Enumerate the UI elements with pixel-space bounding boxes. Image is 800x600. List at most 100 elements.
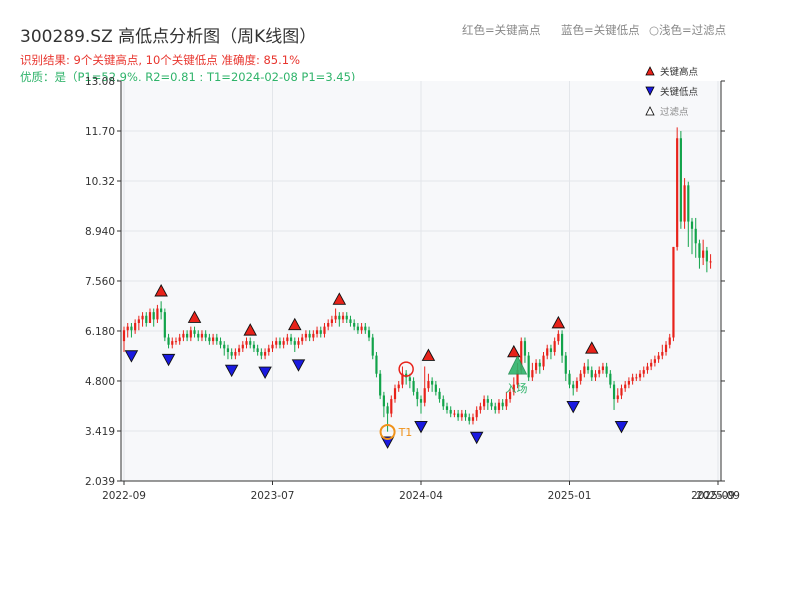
candle-body	[438, 391, 441, 400]
candle-body	[631, 377, 634, 381]
candle-body	[471, 417, 475, 421]
candle-body	[408, 377, 411, 381]
candle-body	[156, 308, 159, 320]
candle-body	[442, 399, 445, 407]
candle-body	[223, 344, 226, 349]
candle-body	[327, 323, 330, 327]
candle-body	[263, 351, 267, 356]
candle-body	[208, 337, 211, 342]
candle-body	[260, 351, 263, 356]
candle-body	[301, 337, 304, 342]
candle-body	[416, 391, 419, 400]
candle-body	[679, 138, 682, 222]
candle-body	[557, 333, 560, 342]
candle-body	[312, 333, 315, 338]
candle-body	[256, 348, 259, 352]
candle-body	[338, 315, 341, 320]
candle-body	[687, 185, 690, 222]
candle-body	[431, 380, 434, 385]
legend-filtered-label: 过滤点	[660, 106, 689, 118]
candle-body	[375, 355, 378, 374]
candle-body	[624, 384, 627, 389]
candle-body	[364, 326, 367, 331]
candle-body	[683, 185, 686, 222]
candle-body	[638, 373, 642, 378]
candle-body	[390, 399, 393, 414]
x-tick-label: 2025-01	[548, 490, 592, 502]
candle-body	[249, 341, 252, 345]
candle-body	[586, 366, 590, 371]
candle-body	[330, 319, 333, 324]
candle-body	[534, 362, 538, 371]
candle-body	[445, 406, 449, 410]
candle-body	[186, 333, 189, 338]
candle-body	[598, 370, 601, 374]
candle-body	[583, 366, 586, 374]
y-tick-label: 8.940	[85, 226, 115, 238]
candle-body	[412, 380, 415, 392]
candle-body	[267, 348, 270, 352]
candle-body	[579, 373, 582, 381]
candle-body	[134, 323, 137, 331]
candle-body	[371, 337, 374, 356]
candle-body	[323, 326, 326, 334]
y-tick-label: 2.039	[85, 476, 115, 488]
candle-body	[171, 341, 174, 345]
candle-body	[564, 355, 567, 374]
candle-body	[657, 355, 660, 360]
candle-body	[601, 366, 605, 371]
candle-body	[497, 402, 501, 410]
candle-body	[137, 319, 140, 324]
candle-body	[616, 395, 619, 400]
candle-body	[241, 344, 244, 349]
candle-body	[353, 323, 356, 327]
candle-body	[122, 330, 126, 342]
candle-body	[419, 399, 423, 403]
candle-body	[152, 312, 155, 320]
candle-body	[486, 399, 489, 403]
candle-body	[664, 344, 668, 352]
candle-body	[694, 228, 697, 244]
candle-body	[215, 337, 218, 342]
candle-body	[612, 384, 616, 400]
candle-body	[538, 362, 541, 367]
candle-body	[650, 362, 653, 367]
x-tick-label-overlap: 2025-09	[691, 490, 735, 502]
candle-body	[212, 337, 215, 342]
candle-body	[345, 315, 348, 320]
y-tick-label: 13.08	[85, 76, 115, 88]
candle-body	[434, 384, 437, 392]
candle-body	[698, 243, 701, 258]
candle-body	[709, 261, 712, 263]
candle-body	[200, 333, 204, 338]
y-tick-label: 10.32	[85, 176, 115, 188]
candle-body	[234, 351, 237, 356]
candle-body	[282, 341, 285, 345]
candle-body	[163, 312, 166, 338]
candle-body	[367, 330, 371, 338]
candle-body	[553, 341, 556, 352]
candle-body	[304, 333, 308, 338]
candle-body	[189, 330, 192, 338]
candle-body	[646, 366, 649, 371]
candle-body	[245, 341, 248, 345]
candle-body	[226, 348, 230, 352]
candle-body	[167, 337, 170, 345]
x-tick-label: 2023-07	[251, 490, 295, 502]
candle-body	[130, 326, 133, 331]
candle-body	[483, 399, 486, 407]
y-tick-label: 11.70	[85, 126, 115, 138]
candle-body	[479, 406, 482, 410]
legend-low-label: 关键低点	[660, 86, 699, 98]
candle-body	[289, 337, 293, 342]
candle-body	[702, 250, 705, 258]
candle-body	[341, 315, 345, 320]
candle-body	[237, 348, 241, 352]
candle-body	[460, 413, 463, 418]
candle-body	[560, 333, 564, 356]
candle-body	[271, 344, 274, 349]
candle-body	[568, 373, 571, 385]
candle-body	[174, 341, 178, 343]
candle-body	[349, 319, 352, 324]
candle-body	[278, 341, 282, 345]
